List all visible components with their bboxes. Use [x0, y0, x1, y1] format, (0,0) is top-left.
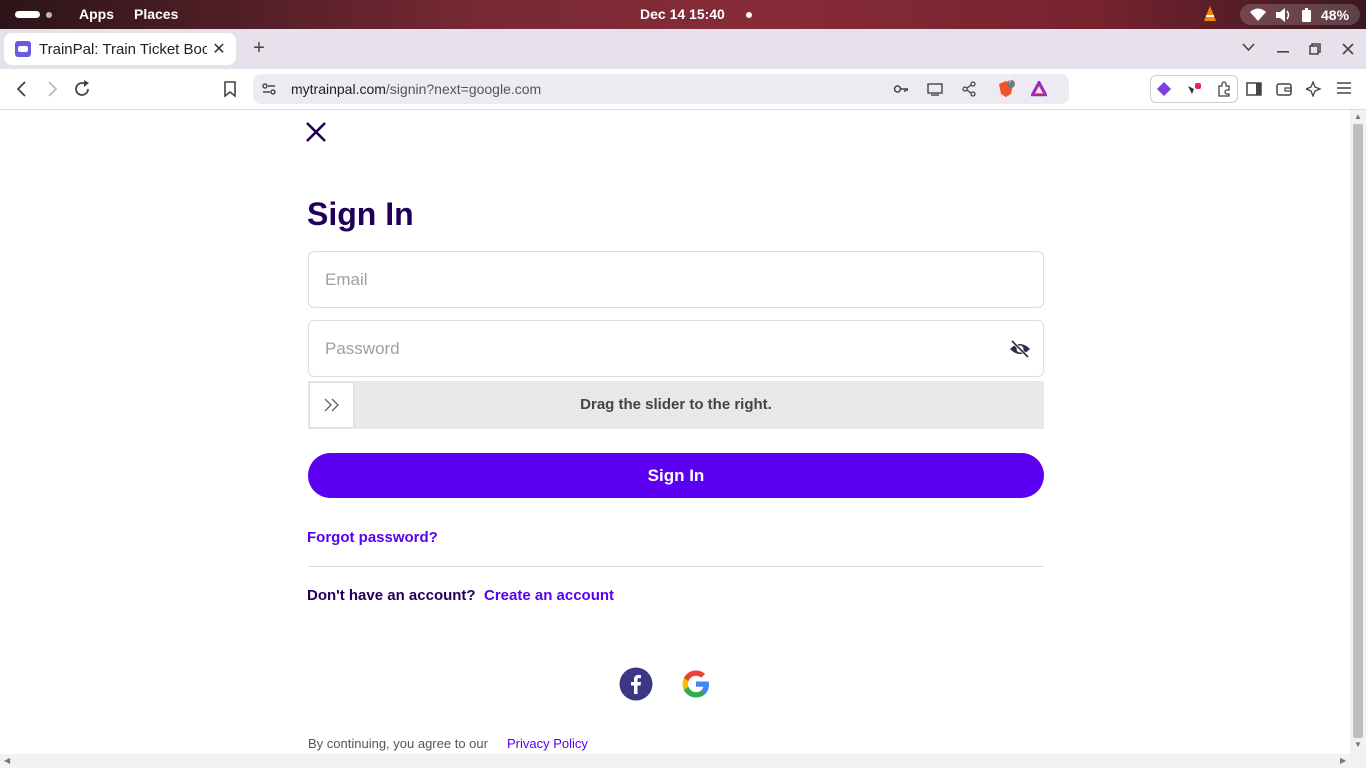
scroll-right-icon[interactable]: ▶ [1340, 756, 1346, 765]
eye-off-icon[interactable] [1009, 339, 1031, 359]
key-icon[interactable] [893, 81, 909, 97]
sidebar-toggle-icon[interactable] [1246, 82, 1262, 96]
system-top-bar: Apps Places Dec 14 15:40 48% [0, 0, 1366, 29]
email-field[interactable] [308, 251, 1044, 308]
window-close-icon[interactable] [1342, 43, 1354, 55]
extensions-puzzle-icon[interactable] [1216, 81, 1232, 97]
url-text[interactable]: mytrainpal.com/signin?next=google.com [291, 81, 541, 97]
url-path: /signin?next=google.com [385, 81, 542, 97]
vertical-scrollbar[interactable]: ▲ ▼ [1350, 110, 1366, 754]
battery-percent: 48% [1321, 6, 1350, 23]
battery-icon [1302, 7, 1311, 22]
scroll-up-icon[interactable]: ▲ [1354, 112, 1362, 121]
terms-text: By continuing, you agree to our [308, 736, 488, 751]
vlc-tray-icon[interactable] [1203, 6, 1217, 22]
workspace-dot [46, 11, 52, 18]
slider-handle[interactable] [309, 382, 354, 428]
leo-ai-icon[interactable] [1306, 81, 1322, 97]
brave-rewards-icon[interactable] [1031, 81, 1047, 97]
scroll-thumb[interactable] [1353, 124, 1363, 738]
scroll-left-icon[interactable]: ◀ [4, 756, 10, 765]
tab-strip: TrainPal: Train Ticket Booking ✕ [0, 29, 1366, 69]
clock[interactable]: Dec 14 15:40 [640, 6, 725, 22]
tab-list-chevron-icon[interactable] [1242, 43, 1255, 52]
extensions-group [1150, 75, 1238, 103]
wallet-icon[interactable] [1276, 82, 1292, 96]
tab-trainpal[interactable]: TrainPal: Train Ticket Booking ✕ [4, 33, 236, 65]
divider [308, 566, 1044, 567]
trainpal-favicon [15, 41, 31, 57]
extension-purple-icon[interactable] [1156, 81, 1172, 97]
google-icon[interactable] [679, 667, 713, 701]
activities-indicator[interactable] [15, 11, 52, 18]
create-account-link[interactable]: Create an account [484, 587, 614, 604]
extension-heart-icon[interactable] [1186, 81, 1202, 97]
forward-icon[interactable] [42, 79, 62, 99]
horizontal-scrollbar[interactable]: ◀ ▶ [0, 754, 1366, 768]
share-icon[interactable] [961, 81, 977, 97]
main-menu-icon[interactable] [1337, 82, 1351, 94]
signin-page: Sign In Drag the slider to the right. Si… [0, 110, 1350, 754]
forgot-password-link[interactable]: Forgot password? [307, 529, 438, 546]
workspace-pill [15, 11, 40, 18]
system-status-area[interactable]: 48% [1240, 4, 1360, 25]
close-icon[interactable] [303, 119, 329, 145]
privacy-policy-link[interactable]: Privacy Policy [507, 736, 588, 751]
address-bar[interactable]: mytrainpal.com/signin?next=google.com 7 [253, 74, 1069, 104]
volume-icon [1276, 7, 1290, 22]
minimize-icon[interactable] [1277, 49, 1289, 53]
new-tab-button[interactable]: + [250, 37, 268, 60]
back-icon[interactable] [12, 79, 32, 99]
bookmark-icon[interactable] [220, 79, 240, 99]
scroll-down-icon[interactable]: ▼ [1354, 740, 1362, 749]
apps-menu[interactable]: Apps [79, 6, 114, 22]
tab-close-icon[interactable]: ✕ [210, 39, 228, 59]
facebook-icon[interactable] [619, 667, 653, 701]
double-chevron-right-icon [324, 398, 339, 412]
password-input[interactable] [325, 321, 1005, 376]
notification-dot-icon [746, 12, 752, 18]
restore-icon[interactable] [1309, 43, 1321, 55]
captcha-slider: Drag the slider to the right. [308, 381, 1044, 429]
page-title: Sign In [307, 196, 414, 232]
brave-shields-count: 7 [1008, 76, 1013, 85]
cast-icon[interactable] [927, 81, 943, 97]
reload-icon[interactable] [72, 79, 92, 99]
signin-button[interactable]: Sign In [308, 453, 1044, 498]
site-settings-icon[interactable] [261, 81, 277, 97]
password-field[interactable] [308, 320, 1044, 377]
browser-toolbar: mytrainpal.com/signin?next=google.com 7 [0, 69, 1366, 110]
no-account-text: Don't have an account? [307, 587, 476, 604]
wifi-icon [1250, 8, 1266, 21]
places-menu[interactable]: Places [134, 6, 178, 22]
tab-title: TrainPal: Train Ticket Booking [39, 40, 207, 58]
email-input[interactable] [325, 252, 1005, 307]
slider-instruction: Drag the slider to the right. [580, 396, 772, 413]
url-domain: mytrainpal.com [291, 81, 386, 97]
